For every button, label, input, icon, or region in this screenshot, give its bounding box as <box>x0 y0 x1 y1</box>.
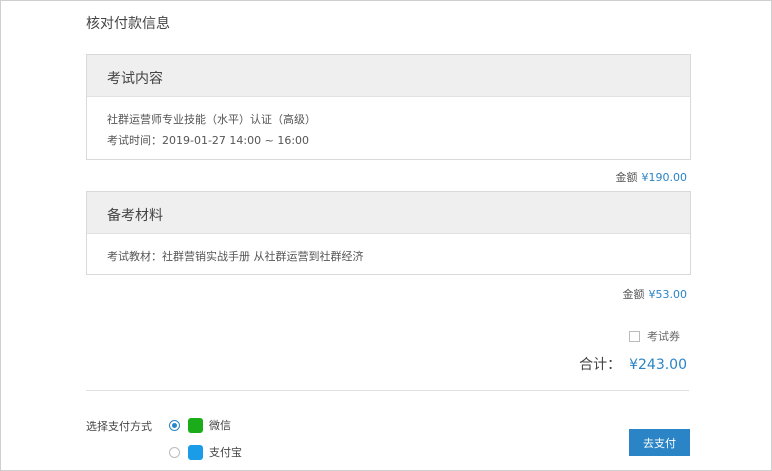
wechat-label: 微信 <box>209 419 231 432</box>
alipay-radio[interactable] <box>169 446 180 458</box>
total-value: ¥243.00 <box>629 357 687 373</box>
amount-value: ¥53.00 <box>648 288 688 301</box>
payment-confirmation-page: 核对付款信息 考试内容 社群运营师专业技能（水平）认证（高级） 考试时间：201… <box>0 0 772 471</box>
exam-content-card: 考试内容 社群运营师专业技能（水平）认证（高级） 考试时间：2019-01-27… <box>86 54 691 160</box>
coupon-checkbox[interactable] <box>629 330 640 342</box>
payment-option-alipay[interactable]: 支付宝 <box>169 444 242 460</box>
materials-amount: 金额 ¥53.00 <box>623 286 688 302</box>
payment-method-label: 选择支付方式 <box>86 420 152 433</box>
coupon-label: 考试券 <box>647 330 680 343</box>
amount-value: ¥190.00 <box>641 171 688 184</box>
divider <box>86 390 689 391</box>
card-header <box>87 192 690 234</box>
page-title: 核对付款信息 <box>86 16 170 32</box>
exam-content-title: 考试内容 <box>107 71 163 87</box>
alipay-label: 支付宝 <box>209 446 242 459</box>
exam-amount: 金额 ¥190.00 <box>616 169 688 185</box>
material-line: 考试教材：社群营销实战手册 从社群运营到社群经济 <box>107 250 364 263</box>
pay-button[interactable]: 去支付 <box>629 429 690 456</box>
amount-label: 金额 <box>622 288 645 301</box>
payment-option-wechat[interactable]: 微信 <box>169 417 231 433</box>
wechat-radio[interactable] <box>169 419 180 431</box>
course-name: 社群运营师专业技能（水平）认证（高级） <box>107 113 316 126</box>
coupon-option[interactable]: 考试券 <box>629 328 680 344</box>
amount-label: 金额 <box>615 171 638 184</box>
materials-card: 备考材料 考试教材：社群营销实战手册 从社群运营到社群经济 <box>86 191 691 275</box>
materials-title: 备考材料 <box>107 208 163 224</box>
exam-time-value: 2019-01-27 14:00 ~ 16:00 <box>162 134 310 147</box>
wechat-icon <box>188 417 203 433</box>
total-label: 合计： <box>579 357 622 373</box>
exam-time: 考试时间：2019-01-27 14:00 ~ 16:00 <box>107 132 309 148</box>
order-total: 合计： ¥243.00 <box>579 354 687 374</box>
alipay-icon <box>188 444 203 460</box>
card-header <box>87 55 690 97</box>
exam-time-label: 考试时间： <box>107 134 162 147</box>
